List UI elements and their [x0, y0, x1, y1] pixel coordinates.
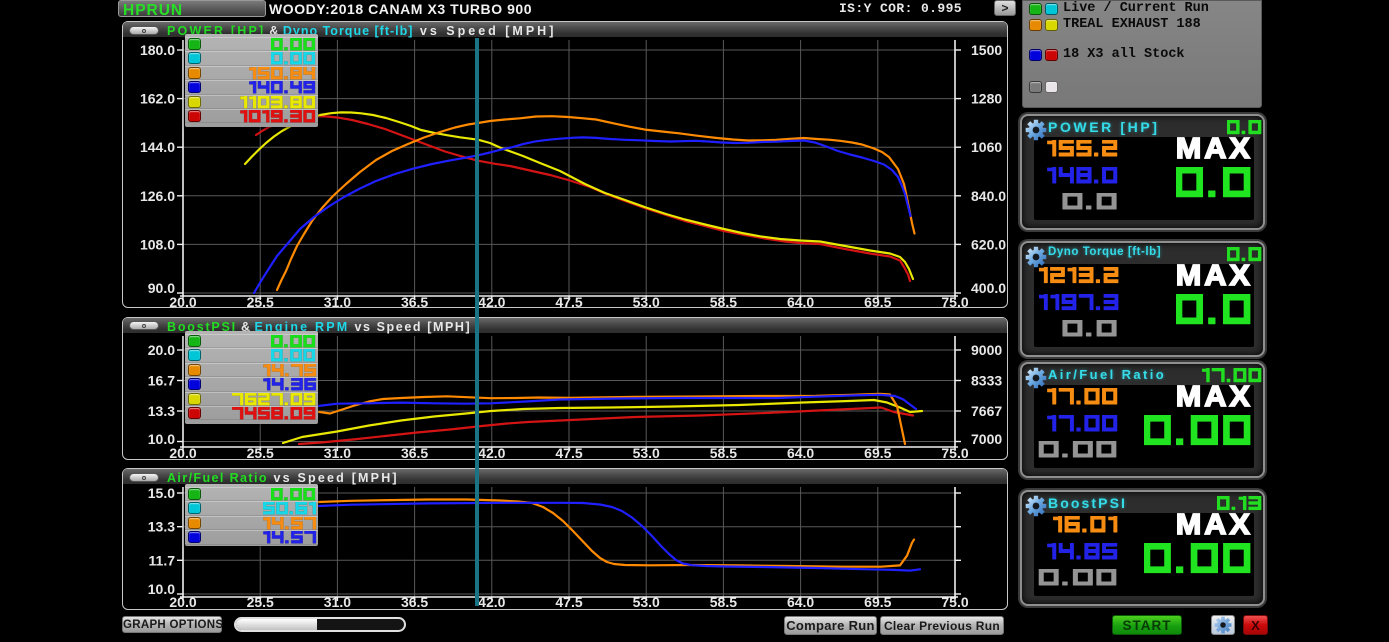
svg-text:25.5: 25.5: [247, 294, 274, 308]
svg-text:75.0: 75.0: [941, 594, 968, 609]
svg-text:31.0: 31.0: [324, 594, 351, 609]
svg-text:8333: 8333: [971, 373, 1002, 389]
svg-text:69.5: 69.5: [864, 594, 891, 609]
svg-text:180.0: 180.0: [140, 42, 175, 58]
svg-text:1280: 1280: [971, 91, 1002, 107]
svg-text:58.5: 58.5: [710, 594, 737, 609]
svg-text:20.0: 20.0: [169, 594, 196, 609]
svg-text:64.0: 64.0: [787, 294, 814, 308]
svg-text:31.0: 31.0: [324, 445, 351, 459]
svg-text:13.3: 13.3: [148, 403, 175, 419]
svg-text:42.0: 42.0: [478, 594, 505, 609]
svg-text:53.0: 53.0: [633, 294, 660, 308]
svg-text:620.0: 620.0: [971, 236, 1006, 252]
svg-text:75.0: 75.0: [941, 445, 968, 459]
svg-text:1060: 1060: [971, 139, 1002, 155]
svg-text:42.0: 42.0: [478, 445, 505, 459]
svg-text:11.7: 11.7: [149, 552, 176, 568]
svg-text:20.0: 20.0: [169, 294, 196, 308]
svg-text:36.5: 36.5: [401, 445, 428, 459]
svg-text:42.0: 42.0: [478, 294, 505, 308]
svg-text:1500: 1500: [971, 42, 1002, 58]
svg-text:15.0: 15.0: [148, 485, 175, 501]
svg-text:53.0: 53.0: [633, 594, 660, 609]
svg-text:31.0: 31.0: [324, 294, 351, 308]
svg-text:64.0: 64.0: [787, 594, 814, 609]
svg-text:36.5: 36.5: [401, 294, 428, 308]
svg-text:126.0: 126.0: [140, 188, 175, 204]
svg-text:400.0: 400.0: [971, 280, 1006, 296]
svg-text:144.0: 144.0: [140, 139, 175, 155]
svg-text:47.5: 47.5: [555, 294, 582, 308]
svg-text:75.0: 75.0: [941, 294, 968, 308]
svg-text:20.0: 20.0: [148, 342, 175, 358]
svg-text:69.5: 69.5: [864, 445, 891, 459]
svg-text:58.5: 58.5: [710, 294, 737, 308]
svg-text:25.5: 25.5: [247, 445, 274, 459]
svg-text:9000: 9000: [971, 342, 1002, 358]
svg-text:840.0: 840.0: [971, 188, 1006, 204]
svg-text:7000: 7000: [971, 431, 1002, 447]
svg-text:162.0: 162.0: [140, 91, 175, 107]
svg-text:47.5: 47.5: [555, 594, 582, 609]
svg-text:58.5: 58.5: [710, 445, 737, 459]
svg-text:36.5: 36.5: [401, 594, 428, 609]
svg-text:108.0: 108.0: [140, 236, 175, 252]
svg-text:25.5: 25.5: [247, 594, 274, 609]
svg-text:47.5: 47.5: [555, 445, 582, 459]
svg-text:64.0: 64.0: [787, 445, 814, 459]
svg-text:7667: 7667: [971, 403, 1002, 419]
svg-text:13.3: 13.3: [148, 519, 175, 535]
svg-text:16.7: 16.7: [148, 373, 175, 389]
svg-text:20.0: 20.0: [169, 445, 196, 459]
svg-text:69.5: 69.5: [864, 294, 891, 308]
svg-text:53.0: 53.0: [633, 445, 660, 459]
